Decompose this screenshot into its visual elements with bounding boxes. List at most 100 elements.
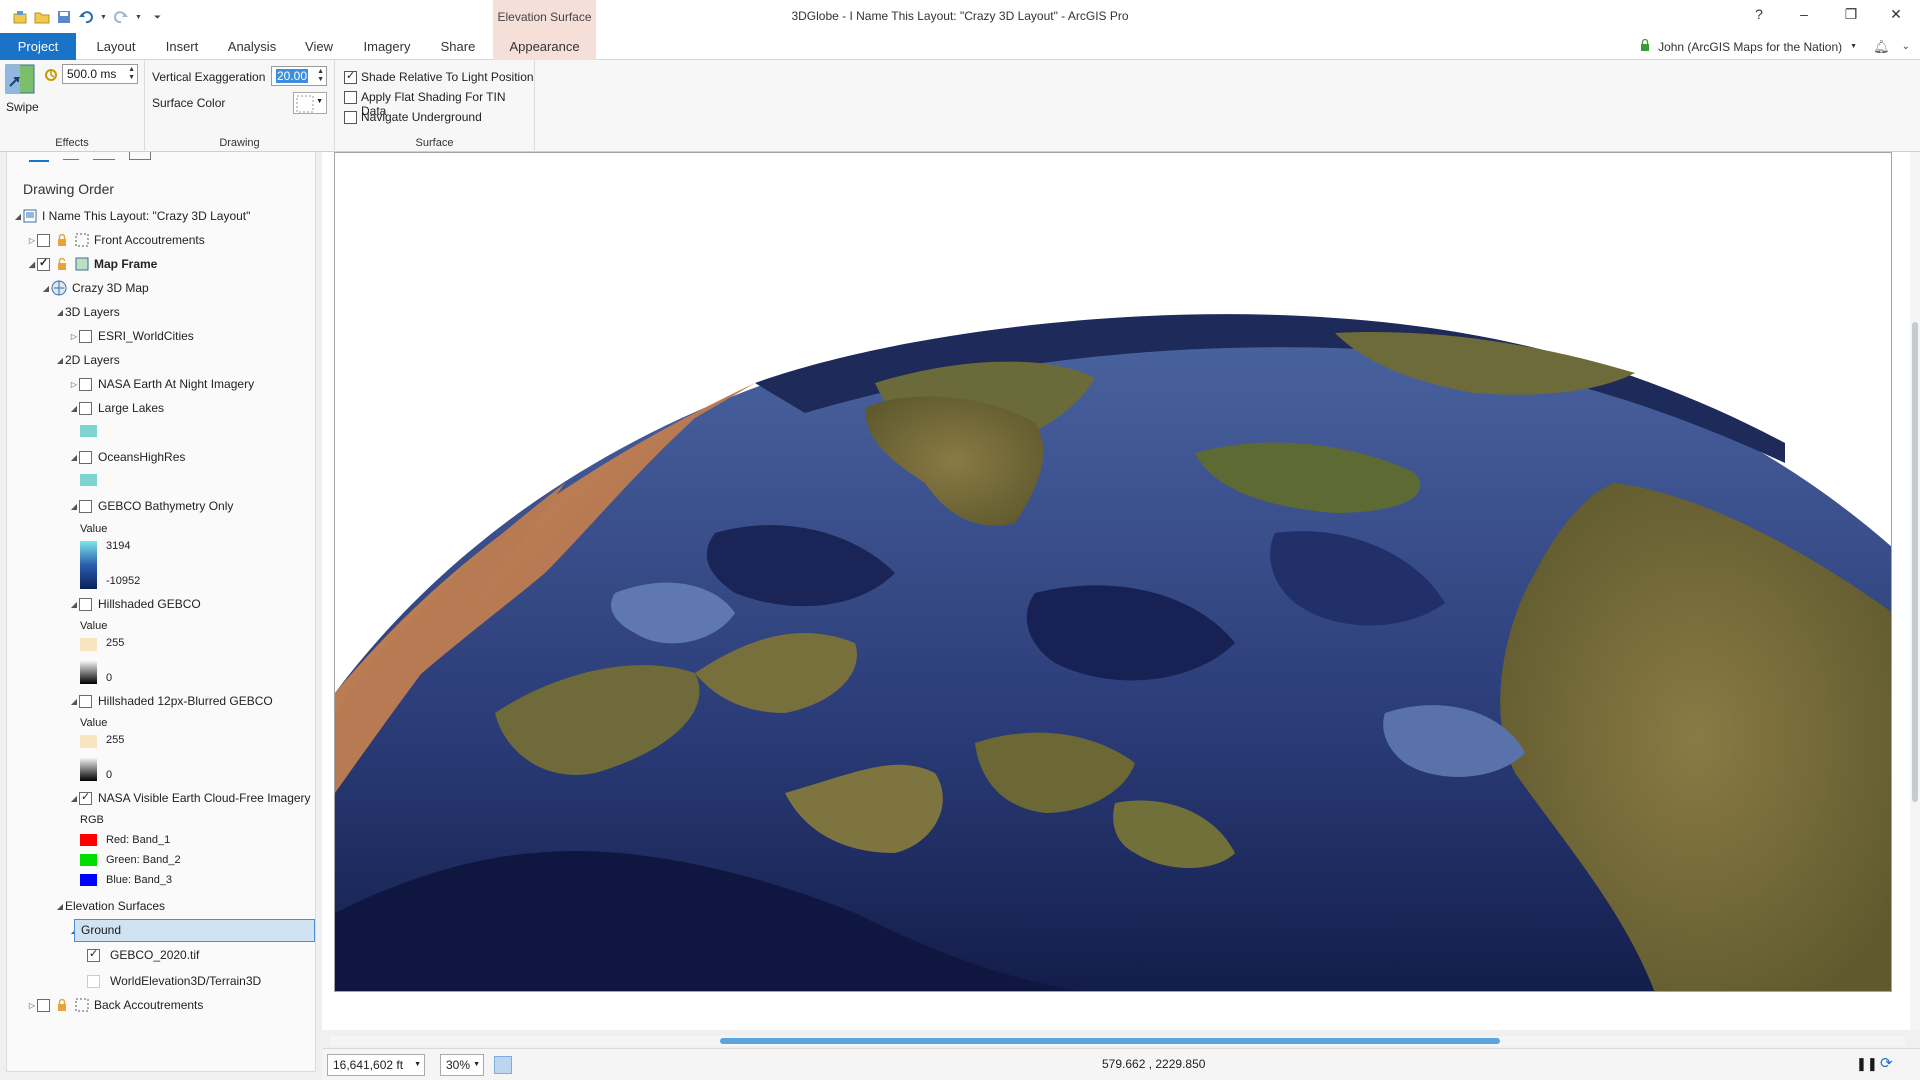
expand-arrow-icon[interactable]: ◢ bbox=[13, 212, 23, 221]
tab-appearance[interactable]: Appearance bbox=[493, 33, 596, 60]
shade-relative-checkbox[interactable] bbox=[344, 69, 357, 84]
lock-icon[interactable] bbox=[56, 233, 70, 247]
pause-drawing-icon[interactable]: ❚❚ bbox=[1856, 1056, 1878, 1072]
expand-arrow-icon[interactable]: ◢ bbox=[69, 404, 79, 413]
expand-arrow-icon[interactable]: ◢ bbox=[69, 502, 79, 511]
expand-arrow-icon[interactable]: ◢ bbox=[27, 260, 37, 269]
tree-item-map-frame[interactable]: ◢ Map Frame bbox=[27, 254, 157, 274]
user-name[interactable]: John (ArcGIS Maps for the Nation) bbox=[1658, 40, 1842, 54]
tree-item-hillshade-blurred[interactable]: ◢ Hillshaded 12px-Blurred GEBCO bbox=[69, 691, 273, 711]
scale-selector[interactable]: 16,641,602 ft ▼ bbox=[327, 1054, 425, 1076]
navigate-underground-checkbox[interactable] bbox=[344, 111, 357, 124]
collapse-arrow-icon[interactable]: ▷ bbox=[27, 1001, 37, 1010]
tree-item-3d-layers[interactable]: ◢ 3D Layers bbox=[55, 302, 120, 322]
close-button[interactable]: ✕ bbox=[1884, 6, 1908, 26]
large-lakes-label: Large Lakes bbox=[98, 401, 165, 415]
refresh-icon[interactable]: ⟳ bbox=[1880, 1054, 1893, 1072]
tree-item-ground[interactable]: Ground bbox=[74, 919, 315, 942]
large-lakes-checkbox[interactable] bbox=[79, 401, 92, 415]
nasa-visible-label: NASA Visible Earth Cloud-Free Imagery bbox=[98, 791, 311, 805]
surface-color-picker[interactable]: ▼ bbox=[293, 92, 327, 114]
tree-item-terrain3d[interactable]: WorldElevation3D/Terrain3D bbox=[87, 971, 261, 991]
layout-view[interactable] bbox=[322, 152, 1920, 1030]
swipe-button[interactable] bbox=[5, 64, 35, 96]
tree-item-nasa-visible[interactable]: ◢ NASA Visible Earth Cloud-Free Imagery bbox=[69, 788, 311, 808]
minimize-button[interactable]: – bbox=[1792, 6, 1816, 26]
lock-icon[interactable] bbox=[56, 998, 70, 1012]
horizontal-scroll-thumb[interactable] bbox=[720, 1038, 1500, 1044]
hillshade-blurred-checkbox[interactable] bbox=[79, 694, 92, 708]
tab-analysis[interactable]: Analysis bbox=[222, 33, 282, 60]
front-visibility-checkbox[interactable] bbox=[37, 233, 50, 247]
lock-icon[interactable] bbox=[56, 257, 70, 271]
zoom-dropdown-icon[interactable]: ▼ bbox=[473, 1055, 480, 1075]
tree-item-gebco-tif[interactable]: GEBCO_2020.tif bbox=[87, 945, 199, 965]
spinner-arrows-icon[interactable]: ▲ ▼ bbox=[128, 66, 135, 82]
vertical-scroll-thumb[interactable] bbox=[1912, 322, 1918, 802]
tree-item-large-lakes[interactable]: ◢ Large Lakes bbox=[69, 398, 164, 418]
nasa-night-checkbox[interactable] bbox=[79, 377, 92, 391]
gebco-tif-checkbox[interactable] bbox=[87, 947, 100, 962]
user-dropdown-icon[interactable]: ▼ bbox=[1850, 43, 1857, 50]
terrain3d-checkbox[interactable] bbox=[87, 974, 100, 988]
globe-render[interactable] bbox=[335, 153, 1892, 992]
grid-toggle-icon[interactable] bbox=[494, 1056, 512, 1074]
tree-item-nasa-night[interactable]: ▷ NASA Earth At Night Imagery bbox=[69, 374, 254, 394]
expand-arrow-icon[interactable]: ◢ bbox=[55, 902, 65, 911]
hillshade-checkbox[interactable] bbox=[79, 597, 92, 611]
expand-arrow-icon[interactable]: ◢ bbox=[69, 600, 79, 609]
tree-item-layout[interactable]: ◢ I Name This Layout: "Crazy 3D Layout" bbox=[13, 206, 250, 226]
notifications-bell-icon[interactable]: 🔔︎ bbox=[1873, 39, 1890, 55]
list-by-labeling-icon[interactable] bbox=[129, 152, 151, 160]
no-color-swatch-icon bbox=[296, 95, 314, 113]
world-cities-checkbox[interactable] bbox=[79, 329, 92, 343]
tab-imagery[interactable]: Imagery bbox=[357, 33, 417, 60]
tree-item-gebco-bathy[interactable]: ◢ GEBCO Bathymetry Only bbox=[69, 496, 233, 516]
globe-map-frame[interactable] bbox=[334, 152, 1892, 992]
map-frame-visibility-checkbox[interactable] bbox=[37, 256, 50, 271]
tab-view[interactable]: View bbox=[299, 33, 339, 60]
collapse-arrow-icon[interactable]: ▷ bbox=[27, 236, 37, 245]
expand-arrow-icon[interactable]: ◢ bbox=[55, 308, 65, 317]
tab-share[interactable]: Share bbox=[434, 33, 482, 60]
horizontal-scrollbar[interactable] bbox=[330, 1036, 1905, 1046]
tab-layout[interactable]: Layout bbox=[90, 33, 142, 60]
flicker-rate-spinner[interactable]: 500.0 ms ▲ ▼ bbox=[62, 64, 138, 84]
expand-arrow-icon[interactable]: ◢ bbox=[69, 697, 79, 706]
spinner-arrows-icon[interactable]: ▲ ▼ bbox=[317, 68, 324, 84]
collapse-arrow-icon[interactable]: ▷ bbox=[69, 332, 79, 341]
blurred-value-label: Value bbox=[80, 717, 108, 729]
tree-item-front-accoutrements[interactable]: ▷ Front Accoutrements bbox=[27, 230, 205, 250]
tree-item-world-cities[interactable]: ▷ ESRI_WorldCities bbox=[69, 326, 194, 346]
list-by-selection-icon[interactable] bbox=[93, 152, 115, 160]
tree-item-back-accoutrements[interactable]: ▷ Back Accoutrements bbox=[27, 995, 203, 1015]
scale-dropdown-icon[interactable]: ▼ bbox=[414, 1055, 421, 1075]
nasa-visible-checkbox[interactable] bbox=[79, 790, 92, 805]
tree-item-oceans[interactable]: ◢ OceansHighRes bbox=[69, 447, 185, 467]
vertical-exaggeration-input[interactable]: 20.00 ▲ ▼ bbox=[271, 66, 327, 86]
tree-item-elevation-surfaces[interactable]: ◢ Elevation Surfaces bbox=[55, 896, 165, 916]
expand-arrow-icon[interactable]: ◢ bbox=[69, 453, 79, 462]
back-visibility-checkbox[interactable] bbox=[37, 998, 50, 1012]
oceans-checkbox[interactable] bbox=[79, 450, 92, 464]
collapse-arrow-icon[interactable]: ▷ bbox=[69, 380, 79, 389]
apply-flat-shading-checkbox[interactable] bbox=[344, 91, 357, 104]
tree-item-hillshade[interactable]: ◢ Hillshaded GEBCO bbox=[69, 594, 201, 614]
list-by-drawing-order-icon[interactable] bbox=[29, 152, 49, 162]
gebco-bathy-checkbox[interactable] bbox=[79, 499, 92, 513]
tab-project[interactable]: Project bbox=[0, 33, 76, 60]
restore-button[interactable]: ❐ bbox=[1839, 6, 1863, 26]
list-by-source-icon[interactable] bbox=[63, 152, 79, 160]
flicker-icon[interactable] bbox=[44, 68, 58, 85]
zoom-selector[interactable]: 30% ▼ bbox=[440, 1054, 484, 1076]
help-button[interactable]: ? bbox=[1747, 6, 1771, 26]
expand-arrow-icon[interactable]: ◢ bbox=[55, 356, 65, 365]
coordinate-readout: 579.662 , 2229.850 bbox=[1102, 1057, 1206, 1071]
expand-arrow-icon[interactable]: ◢ bbox=[41, 284, 51, 293]
tree-item-map[interactable]: ◢ Crazy 3D Map bbox=[41, 278, 149, 298]
vertical-scrollbar[interactable] bbox=[1910, 152, 1920, 1030]
tab-insert[interactable]: Insert bbox=[158, 33, 206, 60]
ribbon-collapse-icon[interactable]: ⌄ bbox=[1902, 41, 1910, 52]
tree-item-2d-layers[interactable]: ◢ 2D Layers bbox=[55, 350, 120, 370]
expand-arrow-icon[interactable]: ◢ bbox=[69, 794, 79, 803]
